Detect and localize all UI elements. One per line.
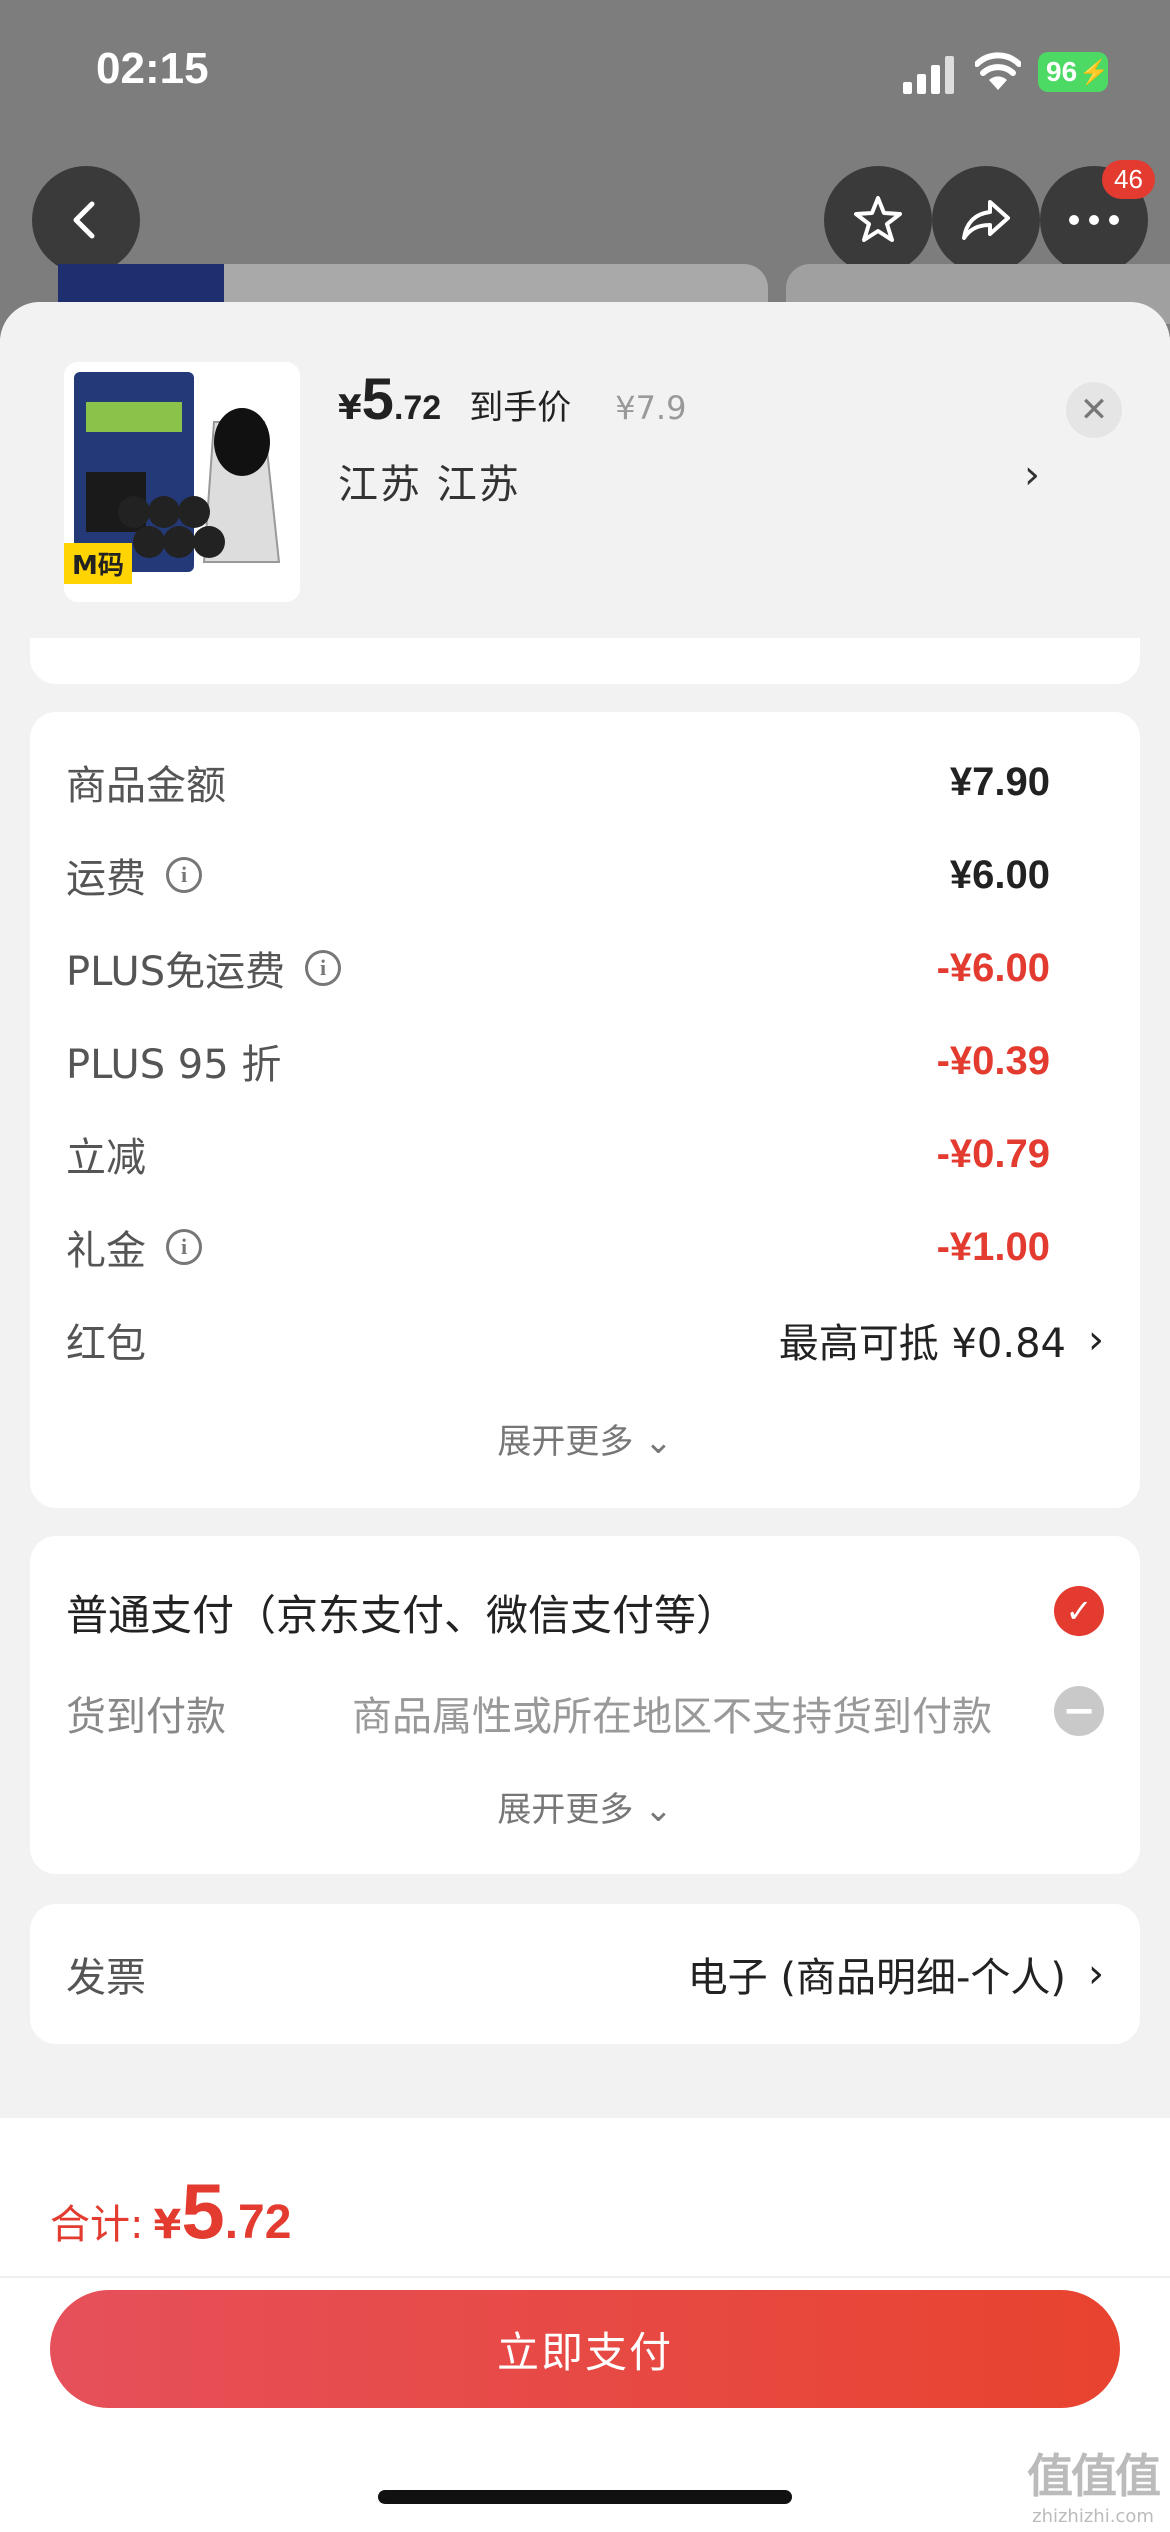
fee-summary-card: 商品金额 ¥7.90 运费 i ¥6.00 PLUS免运费 i -¥6.00 PLU… (30, 712, 1140, 1508)
previous-card-edge (30, 638, 1140, 684)
shipping-region[interactable]: 江苏 江苏 (338, 452, 521, 510)
fee-value: ¥7.90 (949, 759, 1050, 804)
chevron-right-icon: › (1088, 1317, 1104, 1363)
fee-value: -¥1.00 (936, 1224, 1050, 1269)
fee-value: -¥0.79 (936, 1131, 1050, 1176)
battery-level: 96 (1046, 56, 1078, 87)
product-thumbnail: M码 (64, 362, 300, 602)
fee-row-red-packet[interactable]: 红包 最高可抵 ¥0.84 › (66, 1310, 1104, 1370)
expand-more-label: 展开更多 (497, 1790, 634, 1830)
fee-label: 运费 (66, 856, 146, 902)
fee-label: 商品金额 (66, 763, 226, 809)
payment-normal-label[interactable]: 普通支付（京东支付、微信支付等） (66, 1582, 738, 1643)
size-tag: M码 (64, 543, 132, 584)
fee-row-shipping: 运费 i ¥6.00 (66, 845, 1050, 905)
red-packet-value: 最高可抵 ¥0.84 (778, 1321, 1066, 1367)
region-chevron-icon[interactable]: › (1024, 452, 1040, 498)
payment-method-card: 普通支付（京东支付、微信支付等） ✓ 货到付款 商品属性或所在地区不支持货到付款… (30, 1536, 1140, 1874)
order-total: 合计: ¥ 5 .72 (50, 2166, 291, 2257)
payment-cod-desc: 商品属性或所在地区不支持货到付款 (352, 1694, 992, 1740)
fee-row-goods: 商品金额 ¥7.90 (66, 752, 1050, 812)
checkmark-icon[interactable]: ✓ (1054, 1586, 1104, 1636)
home-indicator[interactable] (378, 2490, 792, 2504)
info-icon[interactable]: i (166, 857, 202, 893)
share-button[interactable] (932, 166, 1040, 274)
chevron-right-icon: › (1088, 1951, 1104, 1997)
chevron-down-icon: ⌄ (644, 1422, 673, 1462)
close-icon: ✕ (1079, 390, 1109, 430)
status-bar: 02:15 96 ⚡ (0, 0, 1170, 150)
checkout-footer: 合计: ¥ 5 .72 立即支付 (0, 2118, 1170, 2532)
fee-expand-more[interactable]: 展开更多 ⌄ (30, 1414, 1140, 1463)
fee-row-plus-free-shipping: PLUS免运费 i -¥6.00 (66, 938, 1050, 998)
total-decimal: .72 (224, 2196, 292, 2249)
close-button[interactable]: ✕ (1066, 382, 1122, 438)
back-button[interactable] (32, 166, 140, 274)
fee-row-instant-discount: 立减 -¥0.79 (66, 1124, 1050, 1184)
product-price: ¥5.72 到手价 ¥7.9 (338, 366, 686, 433)
watermark-url: zhizhizhi.com (1032, 2506, 1154, 2527)
fee-label: PLUS免运费 (66, 949, 286, 995)
price-decimal: .72 (393, 389, 442, 427)
favorite-button[interactable] (824, 166, 932, 274)
payment-cod-label: 货到付款 (66, 1694, 226, 1740)
fee-value: ¥6.00 (949, 852, 1050, 897)
invoice-row[interactable]: 发票 电子 (商品明细-个人) › (66, 1944, 1104, 2004)
fee-label: 礼金 (66, 1228, 146, 1274)
invoice-label: 发票 (66, 1955, 146, 2001)
price-integer: 5 (361, 367, 394, 432)
disabled-icon: − (1054, 1686, 1104, 1736)
expand-more-label: 展开更多 (497, 1422, 634, 1462)
invoice-value: 电子 (商品明细-个人) (687, 1955, 1066, 2001)
pay-now-button[interactable]: 立即支付 (50, 2290, 1120, 2408)
watermark: 值值值 zhizhizhi.com (1018, 2440, 1168, 2530)
battery-indicator: 96 ⚡ (1038, 52, 1110, 92)
chevron-down-icon: ⌄ (644, 1790, 673, 1830)
fee-value: -¥6.00 (936, 945, 1050, 990)
fee-label: PLUS 95 折 (66, 1042, 282, 1088)
invoice-card[interactable]: 发票 电子 (商品明细-个人) › (30, 1904, 1140, 2044)
star-icon (854, 196, 902, 242)
fee-value: -¥0.39 (936, 1038, 1050, 1083)
wifi-icon (975, 52, 1021, 90)
total-currency: ¥ (153, 2202, 182, 2248)
price-label: 到手价 (469, 388, 572, 428)
price-currency: ¥ (338, 388, 362, 428)
status-time: 02:15 (96, 44, 209, 93)
more-dots-icon (1069, 215, 1119, 225)
notification-badge: 46 (1102, 160, 1155, 199)
fee-label: 立减 (66, 1135, 146, 1181)
fee-row-plus-discount: PLUS 95 折 -¥0.39 (66, 1031, 1050, 1091)
divider (0, 2276, 1170, 2278)
fee-row-gift: 礼金 i -¥1.00 (66, 1217, 1050, 1277)
share-arrow-icon (962, 200, 1010, 240)
charging-bolt-icon: ⚡ (1079, 58, 1110, 86)
total-label: 合计: (50, 2202, 144, 2248)
info-icon[interactable]: i (305, 950, 342, 986)
chevron-left-icon (73, 201, 95, 239)
watermark-logo: 值值值 (1027, 2449, 1161, 2503)
fee-label: 红包 (66, 1321, 146, 1367)
sheet-header: M码 ¥5.72 到手价 ¥7.9 江苏 江苏 › ✕ (0, 302, 1170, 638)
info-icon[interactable]: i (166, 1229, 202, 1265)
cellular-signal-icon (903, 56, 954, 94)
payment-expand-more[interactable]: 展开更多 ⌄ (30, 1782, 1140, 1831)
original-price: ¥7.9 (615, 389, 687, 427)
total-integer: 5 (181, 2167, 225, 2255)
